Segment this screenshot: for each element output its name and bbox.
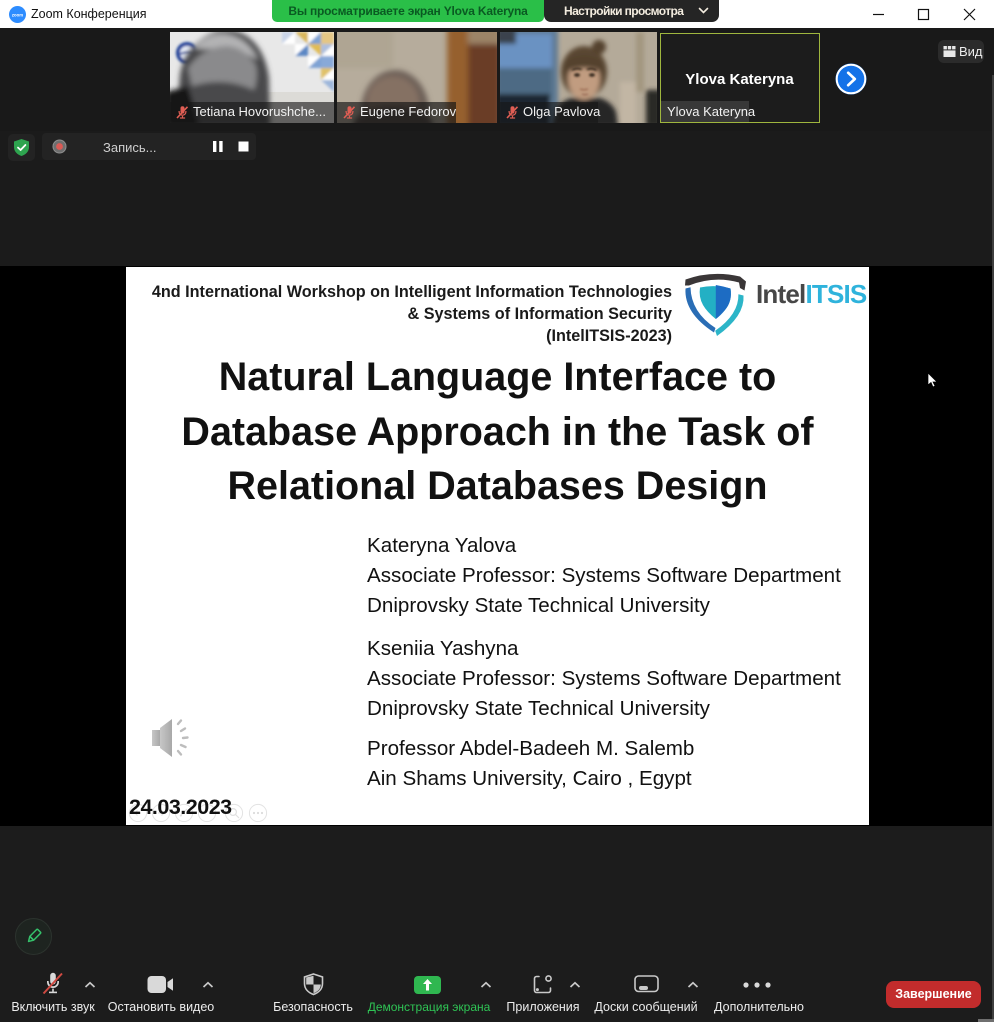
svg-text:zoom: zoom — [12, 13, 23, 18]
